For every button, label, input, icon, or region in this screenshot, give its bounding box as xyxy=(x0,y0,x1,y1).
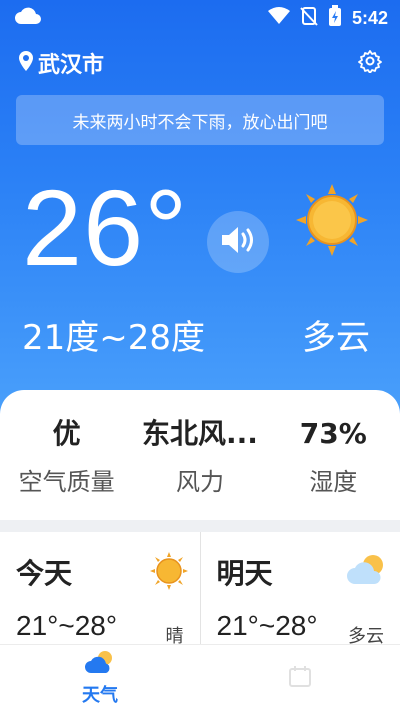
wifi-icon xyxy=(267,7,290,29)
forecast-today[interactable]: 今天 21°~28° 晴 xyxy=(0,532,200,644)
battery-icon xyxy=(328,5,342,31)
forecast-cards: 今天 21°~28° 晴 明天 21°~28° 多云 xyxy=(0,532,400,644)
day-name: 今天 xyxy=(16,557,73,590)
calendar-icon xyxy=(287,664,313,692)
stat-label: 风力 xyxy=(175,468,224,496)
temperature-range: 21度~28度 xyxy=(22,318,206,358)
stat-value: 东北风... xyxy=(142,417,258,450)
city-selector[interactable]: 武汉市 xyxy=(18,47,104,79)
stat-label: 湿度 xyxy=(309,468,358,496)
nav-tab-weather[interactable]: 天气 xyxy=(0,645,200,710)
status-bar: 5:42 xyxy=(0,0,400,36)
sun-icon xyxy=(149,552,188,594)
cloud-sun-icon xyxy=(84,649,116,679)
status-time: 5:42 xyxy=(351,7,388,28)
voice-broadcast-button[interactable] xyxy=(207,211,269,273)
day-temperature-range: 21°~28° xyxy=(216,610,318,641)
section-divider xyxy=(0,520,400,532)
weather-condition: 多云 xyxy=(302,318,370,358)
cloud-notification-icon xyxy=(14,6,42,30)
location-pin-icon xyxy=(18,50,34,76)
stat-air-quality[interactable]: 优 空气质量 xyxy=(0,412,133,507)
rain-forecast-banner[interactable]: 未来两小时不会下雨，放心出门吧 xyxy=(16,95,384,145)
day-condition: 多云 xyxy=(348,626,384,644)
day-name: 明天 xyxy=(216,557,273,590)
partly-cloudy-icon xyxy=(346,552,388,592)
stat-value: 73% xyxy=(299,417,367,450)
sun-icon xyxy=(296,184,368,260)
day-condition: 晴 xyxy=(165,626,184,644)
bottom-nav: 天气 xyxy=(0,644,400,710)
stats-row: 优 空气质量 东北风... 风力 73% 湿度 xyxy=(0,412,400,507)
settings-gear-icon[interactable] xyxy=(358,49,382,77)
nav-label-weather: 天气 xyxy=(82,684,118,706)
stat-wind[interactable]: 东北风... 风力 xyxy=(133,412,266,507)
day-temperature-range: 21°~28° xyxy=(16,610,118,641)
nav-tab-secondary[interactable] xyxy=(200,645,400,710)
no-signal-icon xyxy=(300,6,318,30)
city-name: 武汉市 xyxy=(38,53,105,78)
forecast-tomorrow[interactable]: 明天 21°~28° 多云 xyxy=(199,532,400,644)
stat-label: 空气质量 xyxy=(18,468,115,496)
stat-humidity[interactable]: 73% 湿度 xyxy=(267,412,400,507)
stat-value: 优 xyxy=(52,417,81,450)
weather-hero: 5:42 武汉市 未来两小时不会下雨，放心出门吧 26° 21度~28度 多云 xyxy=(0,0,400,420)
current-temperature: 26° xyxy=(22,167,189,288)
speaker-icon xyxy=(220,224,256,260)
header: 武汉市 xyxy=(18,46,382,80)
